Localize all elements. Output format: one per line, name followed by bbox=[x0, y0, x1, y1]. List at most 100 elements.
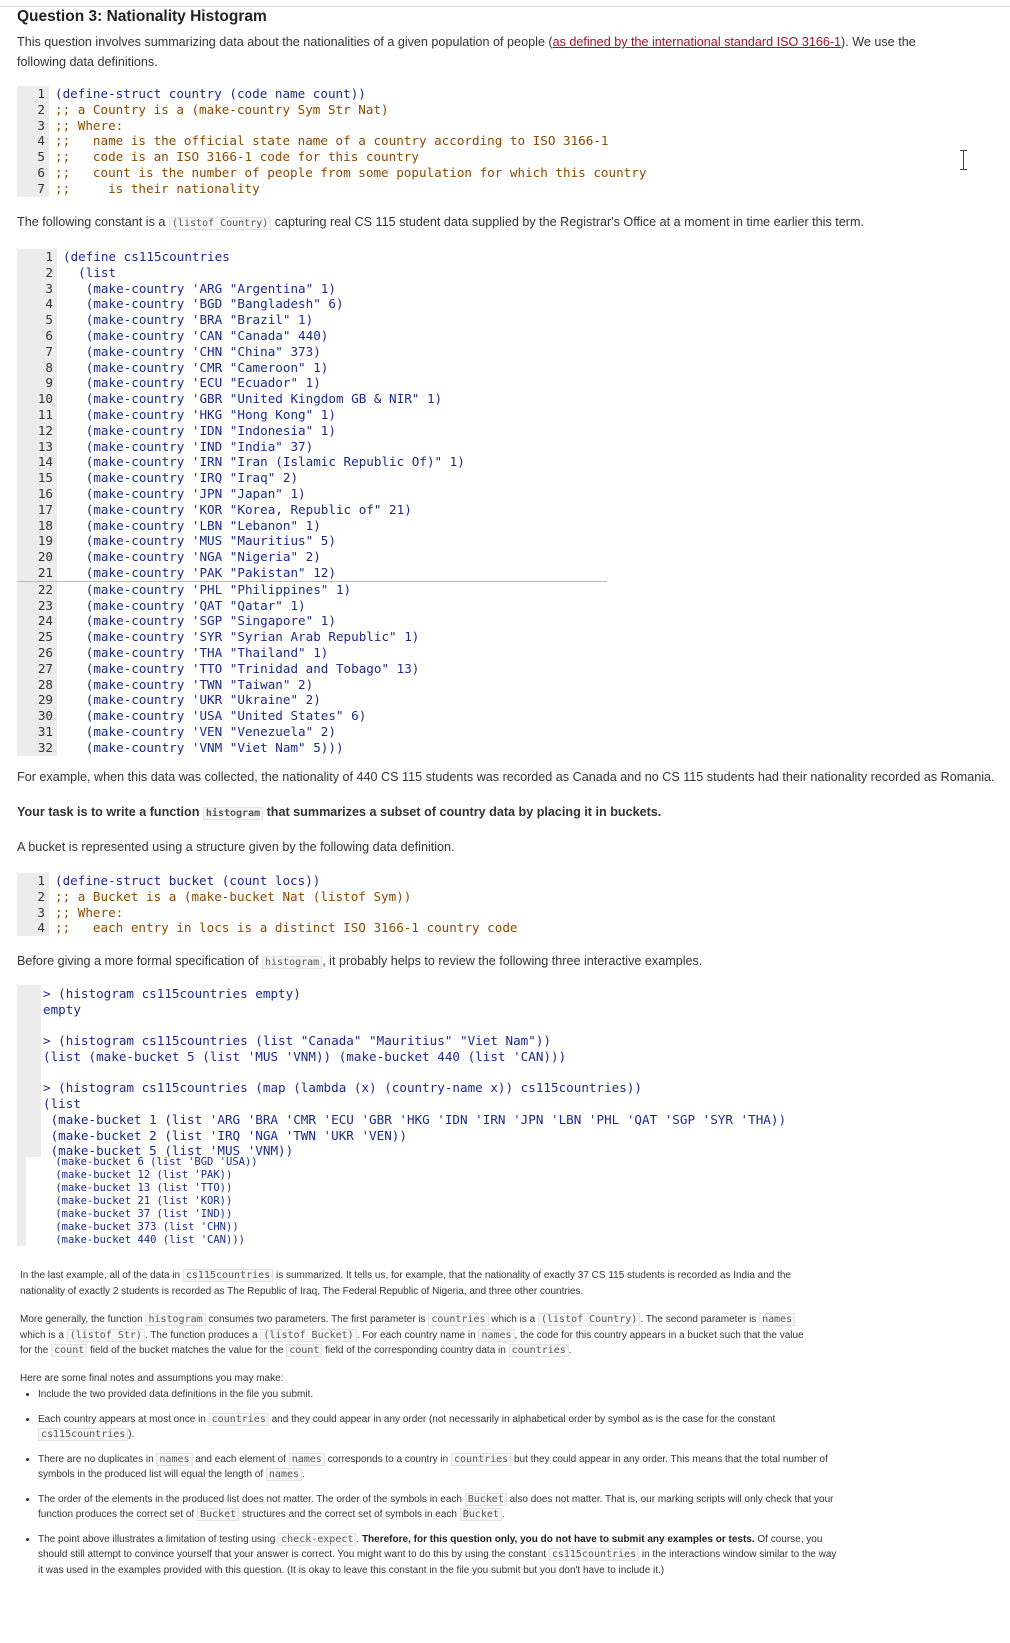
text: . The function produces a bbox=[144, 1329, 261, 1341]
code-line: 20 (make-country 'NGA "Nigeria" 2) bbox=[17, 549, 627, 565]
inline-code: cs115countries bbox=[548, 1548, 640, 1561]
repl-line: (list (make-bucket 5 (list 'MUS 'VNM)) (… bbox=[43, 1049, 567, 1064]
code-text: (make-country 'KOR "Korea, Republic of" … bbox=[63, 501, 412, 517]
page-title: Question 3: Nationality Histogram bbox=[17, 8, 267, 25]
inline-code: Bucket bbox=[459, 1508, 502, 1521]
code-text: (make-country 'SYR "Syrian Arab Republic… bbox=[63, 629, 420, 645]
code-line: 2 ;; a Bucket is a (make-bucket Nat (list… bbox=[17, 888, 627, 905]
last-example-paragraph: In the last example, all of the data in … bbox=[20, 1268, 800, 1299]
text: There are no duplicates in bbox=[38, 1453, 157, 1465]
code-text: (make-country 'ECU "Ecuador" 1) bbox=[63, 375, 321, 391]
repl-line: > (histogram cs115countries empty) bbox=[43, 986, 301, 1001]
constant-text-2: capturing real CS 115 student data suppl… bbox=[271, 215, 864, 229]
intro-text: This question involves summarizing data … bbox=[17, 35, 553, 49]
inline-code: histogram bbox=[202, 807, 264, 820]
code-text: ;; is their nationality bbox=[55, 180, 260, 196]
code-line: 3 (make-country 'ARG "Argentina" 1) bbox=[17, 280, 627, 297]
inline-code: count bbox=[286, 1344, 323, 1357]
text: field of the bucket matches the value fo… bbox=[87, 1345, 287, 1356]
inline-code: histogram bbox=[262, 956, 323, 969]
code-text: ;; code is an ISO 3166-1 code for this c… bbox=[55, 149, 419, 165]
code-line: 25 (make-country 'SYR "Syrian Arab Repub… bbox=[17, 629, 627, 645]
code-line: 3 ;; Where: bbox=[17, 117, 627, 134]
line-number: 1 bbox=[17, 86, 49, 102]
example-paragraph: For example, when this data was collecte… bbox=[17, 770, 995, 784]
note-item: There are no duplicates in names and eac… bbox=[38, 1452, 838, 1483]
text: Each country appears at most once in bbox=[38, 1413, 209, 1425]
code-text: (make-country 'CAN "Canada" 440) bbox=[63, 327, 329, 343]
code-line: 4 (make-country 'BGD "Bangladesh" 6) bbox=[17, 296, 627, 313]
code-text: ;; each entry in locs is a distinct ISO … bbox=[55, 920, 518, 936]
line-number: 26 bbox=[17, 644, 57, 661]
repl-line: (list bbox=[43, 1096, 81, 1111]
code-line: 21 (make-country 'PAK "Pakistan" 12) bbox=[17, 564, 627, 581]
code-text: (make-country 'IND "India" 37) bbox=[63, 438, 314, 454]
line-number: 24 bbox=[17, 613, 57, 630]
code-text: (make-country 'GBR "United Kingdom GB & … bbox=[63, 391, 443, 407]
code-line: 18 (make-country 'LBN "Lebanon" 1) bbox=[17, 517, 627, 534]
text: . bbox=[501, 1509, 505, 1520]
code-line: 6 ;; count is the number of people from s… bbox=[17, 164, 646, 181]
text: corresponds to a country in bbox=[324, 1453, 451, 1465]
repl-line: (make-bucket 440 (list 'CAN))) bbox=[49, 1234, 245, 1246]
cs115countries-code: 1 (define cs115countries 2 (list 3 (make-co… bbox=[17, 249, 627, 756]
repl-line: (make-bucket 6 (list 'BGD 'USA)) bbox=[49, 1156, 258, 1168]
code-text: ;; a Country is a (make-country Sym Str … bbox=[55, 101, 389, 117]
line-number: 14 bbox=[17, 454, 57, 471]
note-item: The order of the elements in the produce… bbox=[38, 1492, 838, 1523]
inline-code: countries bbox=[451, 1452, 512, 1466]
code-line: 32 (make-country 'VNM "Viet Nam" 5))) bbox=[17, 739, 627, 756]
line-number: 4 bbox=[17, 133, 49, 150]
code-line: 14 (make-country 'IRN "Iran (Islamic Rep… bbox=[17, 454, 627, 471]
code-line: 8 (make-country 'CMR "Cameroon" 1) bbox=[17, 359, 627, 376]
code-text: (make-country 'UKR "Ukraine" 2) bbox=[63, 692, 321, 708]
code-text: (make-country 'CMR "Cameroon" 1) bbox=[63, 359, 329, 375]
line-number: 31 bbox=[17, 723, 57, 740]
inline-code: names bbox=[478, 1328, 515, 1342]
code-text: (make-country 'BRA "Brazil" 1) bbox=[63, 312, 314, 328]
repl-line: (make-bucket 373 (list 'CHN)) bbox=[49, 1221, 239, 1233]
text: . bbox=[302, 1469, 305, 1480]
country-definition-code: 1 (define-struct country (code name count… bbox=[17, 86, 646, 197]
bucket-paragraph: A bucket is represented using a structur… bbox=[17, 840, 455, 854]
code-line: 2 ;; a Country is a (make-country Sym Str… bbox=[17, 101, 627, 118]
text: ). bbox=[128, 1429, 135, 1440]
line-number: 2 bbox=[17, 264, 57, 281]
repl-gutter bbox=[17, 985, 41, 1157]
code-line: 10 (make-country 'GBR "United Kingdom GB… bbox=[17, 391, 627, 407]
line-number: 30 bbox=[17, 708, 57, 724]
code-text: ;; count is the number of people from so… bbox=[55, 164, 647, 180]
notes-list: Include the two provided data definition… bbox=[20, 1387, 838, 1587]
line-number: 4 bbox=[17, 920, 49, 937]
inline-code: (listof Str) bbox=[66, 1328, 145, 1342]
line-number: 19 bbox=[17, 533, 57, 550]
inline-code: histogram bbox=[145, 1313, 206, 1326]
constant-paragraph: The following constant is a (listof Coun… bbox=[17, 212, 987, 234]
code-text: ;; name is the official state name of a … bbox=[55, 133, 609, 149]
code-text: (make-country 'IDN "Indonesia" 1) bbox=[63, 422, 336, 438]
code-text: (make-country 'PHL "Philippines" 1) bbox=[63, 581, 352, 597]
line-number: 8 bbox=[17, 359, 57, 376]
code-text: (make-country 'IRQ "Iraq" 2) bbox=[63, 470, 299, 486]
code-line: 22 (make-country 'PHL "Philippines" 1) bbox=[17, 581, 627, 598]
code-text: (make-country 'PAK "Pakistan" 12) bbox=[63, 564, 336, 580]
code-text: (make-country 'VNM "Viet Nam" 5))) bbox=[63, 739, 344, 755]
text: In the last example, all of the data in bbox=[20, 1270, 183, 1281]
inline-code: countries bbox=[208, 1412, 269, 1426]
line-number: 2 bbox=[17, 888, 49, 905]
line-number: 20 bbox=[17, 549, 57, 565]
iso-link[interactable]: as defined by the international standard… bbox=[553, 35, 841, 49]
line-number: 1 bbox=[17, 873, 49, 889]
code-line: 26 (make-country 'THA "Thailand" 1) bbox=[17, 644, 627, 661]
code-line: 19 (make-country 'MUS "Mauritius" 5) bbox=[17, 533, 627, 550]
code-text: (make-country 'JPN "Japan" 1) bbox=[63, 485, 306, 501]
before-examples-text: Before giving a more formal specificatio… bbox=[17, 954, 262, 968]
bold-text: Therefore, for this question only, you d… bbox=[361, 1533, 755, 1545]
text: . The second parameter is bbox=[640, 1314, 760, 1325]
code-line: 11 (make-country 'HKG "Hong Kong" 1) bbox=[17, 406, 627, 423]
inline-code: names bbox=[156, 1452, 193, 1466]
text: field of the corresponding country data … bbox=[322, 1345, 509, 1356]
code-line: 24 (make-country 'SGP "Singapore" 1) bbox=[17, 613, 627, 630]
line-number: 17 bbox=[17, 501, 57, 518]
text: which is a bbox=[20, 1329, 67, 1341]
